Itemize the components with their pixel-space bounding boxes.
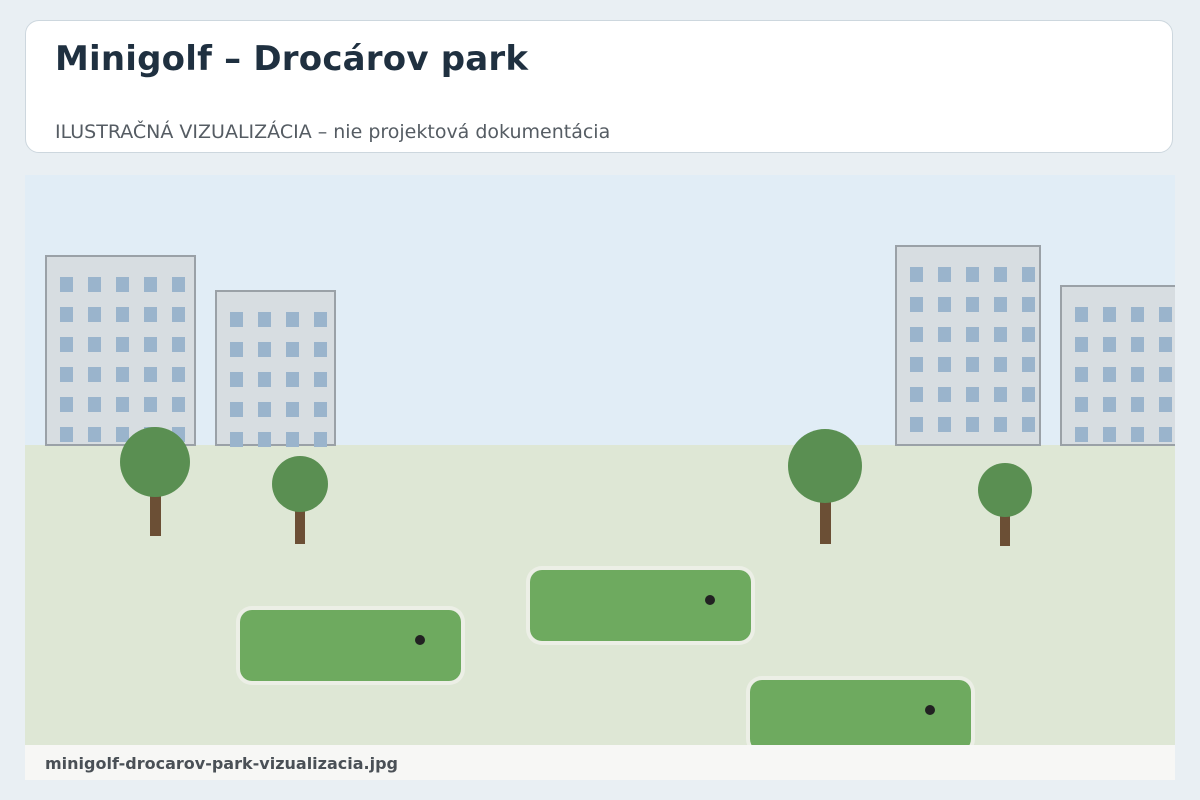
golf-hole [415,635,425,645]
header-card: Minigolf – Drocárov park ILUSTRAČNÁ VIZU… [25,20,1173,153]
putting-green-1 [236,606,465,685]
building-4 [1060,285,1175,446]
park-illustration [25,175,1175,745]
building-3 [895,245,1041,446]
image-caption: minigolf-drocarov-park-vizualizacia.jpg [45,754,398,773]
putting-green-3 [746,676,975,745]
putting-green-2 [526,566,755,645]
page-subtitle: ILUSTRAČNÁ VIZUALIZÁCIA – nie projektová… [55,121,611,143]
visualization-image: minigolf-drocarov-park-vizualizacia.jpg [25,175,1175,780]
building-1 [45,255,196,446]
golf-hole [925,705,935,715]
building-2 [215,290,336,447]
page-title: Minigolf – Drocárov park [55,39,529,79]
golf-hole [705,595,715,605]
